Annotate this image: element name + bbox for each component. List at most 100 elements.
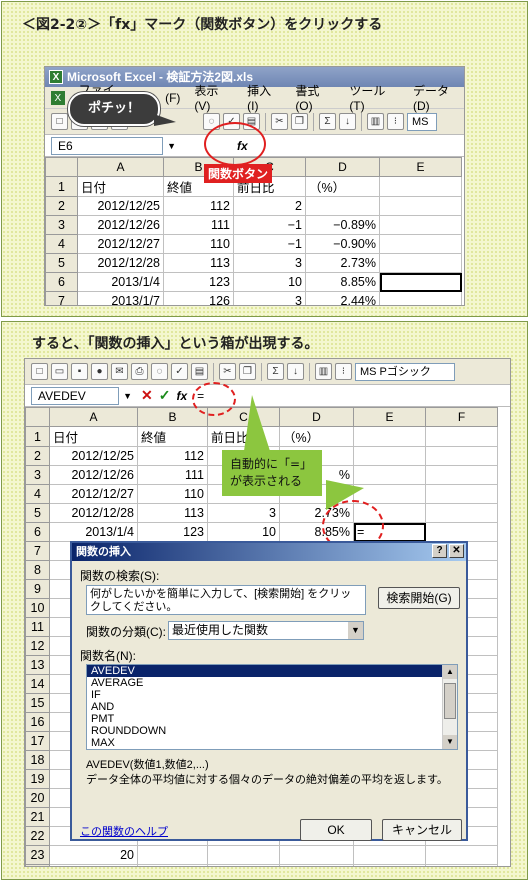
list-scrollbar[interactable]: ▲ ▼ [442,665,457,749]
permission-icon[interactable]: ● [91,363,108,380]
column-header[interactable]: E [353,407,426,427]
scroll-up-icon[interactable]: ▲ [443,665,457,679]
row-header[interactable]: 18 [25,750,50,770]
column-header[interactable]: A [77,157,164,177]
row-header[interactable]: 14 [25,674,50,694]
row-header[interactable]: 5 [45,253,78,273]
cell[interactable]: 2013/1/7 [77,291,164,305]
sort-icon[interactable]: ↓ [339,113,356,130]
chevron-down-icon[interactable]: ▼ [123,388,132,404]
column-header[interactable]: D [305,157,380,177]
cancel-x-icon[interactable]: ✕ [141,387,153,404]
cell[interactable] [305,196,380,216]
cell[interactable]: 2012/12/28 [77,253,164,273]
row-header[interactable]: 9 [25,579,50,599]
cell[interactable] [379,291,462,305]
cell[interactable]: 111 [137,465,208,485]
name-box[interactable]: E6 ▼ [51,136,176,155]
cell[interactable]: −0.89% [305,215,380,235]
function-help-link[interactable]: この関数のヘルプ [80,823,168,839]
search-start-button[interactable]: 検索開始(G) [378,587,460,609]
cell[interactable] [425,522,498,542]
row-header[interactable]: 16 [25,712,50,732]
column-header[interactable]: F [425,407,498,427]
row-header[interactable]: 20 [25,788,50,808]
select-all-corner[interactable] [25,407,50,427]
cell[interactable]: 2013/1/4 [77,272,164,292]
cell[interactable]: 2.01% [279,864,354,866]
row-header[interactable]: 22 [25,826,50,846]
autosum-icon[interactable]: Σ [267,363,284,380]
column-header[interactable]: D [279,407,354,427]
cell[interactable]: 2012/12/28 [49,503,138,523]
cell[interactable] [353,484,426,504]
row-header[interactable]: 3 [25,465,50,485]
new-icon[interactable]: □ [31,363,48,380]
cell[interactable] [379,196,462,216]
menu-data[interactable]: データ(D) [413,82,464,113]
row-header[interactable]: 4 [45,234,78,254]
cut-icon[interactable]: ✂ [219,363,236,380]
cell[interactable] [425,503,498,523]
cell[interactable]: 2012/12/27 [49,484,138,504]
cell[interactable]: 3 [207,503,280,523]
cell[interactable]: （%） [279,426,354,447]
cell[interactable]: 110 [137,484,208,504]
function-list[interactable]: AVEDEV AVERAGE IF AND PMT ROUNDDOWN MAX … [86,664,458,750]
close-icon[interactable]: ✕ [449,544,464,558]
category-select[interactable]: 最近使用した関数 ▼ [168,621,364,640]
preview-icon[interactable]: ◌ [151,363,168,380]
list-item[interactable]: IF [87,689,457,701]
cell[interactable] [379,176,462,197]
fx-icon[interactable]: fx [176,389,187,403]
row-header[interactable]: 13 [25,655,50,675]
cell[interactable]: 123 [137,522,208,542]
row-header[interactable]: 3 [45,215,78,235]
cell[interactable] [353,845,426,865]
cell[interactable] [425,446,498,466]
list-item[interactable]: MAX [87,737,457,749]
row-header[interactable]: 11 [25,617,50,637]
list-item[interactable]: PMT [87,713,457,725]
save-icon[interactable]: ▪ [71,363,88,380]
row-header[interactable]: 12 [25,636,50,656]
name-box[interactable]: AVEDEV ▼ [31,386,132,405]
cell[interactable] [207,845,280,865]
cell[interactable]: 110 [163,234,234,254]
toolbar-options-icon[interactable]: ⁝ [335,363,352,380]
select-all-corner[interactable] [45,157,78,177]
cell[interactable]: 2.44% [305,291,380,305]
row-header[interactable]: 19 [25,769,50,789]
row-header[interactable]: 7 [45,291,78,305]
column-header[interactable]: E [379,157,462,177]
cell[interactable]: 2012/12/25 [49,446,138,466]
row-header[interactable]: 2 [45,196,78,216]
row-header[interactable]: 17 [25,731,50,751]
cell[interactable]: 2013/1/31 [49,864,138,866]
cell[interactable] [353,864,426,866]
list-item[interactable]: AND [87,701,457,713]
menu-insert[interactable]: 挿入(I) [247,82,281,113]
cell[interactable]: 2012/12/25 [77,196,164,216]
cell[interactable]: 8.85% [305,272,380,292]
cell[interactable]: 112 [137,446,208,466]
cell[interactable] [353,446,426,466]
cell[interactable] [425,465,498,485]
cell[interactable]: 2 [233,196,306,216]
cell[interactable]: 10 [233,272,306,292]
cell[interactable]: 日付 [49,426,138,447]
chevron-down-icon[interactable]: ▼ [348,622,363,639]
cell[interactable] [379,253,462,273]
row-header[interactable]: 5 [25,503,50,523]
spell-check-icon[interactable]: ✓ [171,363,188,380]
cell[interactable]: 2.73% [305,253,380,273]
open-icon[interactable]: ▭ [51,363,68,380]
cell[interactable]: 113 [137,503,208,523]
print-icon[interactable]: ⎙ [131,363,148,380]
email-icon[interactable]: ✉ [111,363,128,380]
row-header[interactable]: 15 [25,693,50,713]
cell[interactable]: −1 [233,215,306,235]
cell[interactable]: 2013/1/4 [49,522,138,542]
cell[interactable] [137,864,208,866]
help-icon[interactable]: ? [432,544,447,558]
